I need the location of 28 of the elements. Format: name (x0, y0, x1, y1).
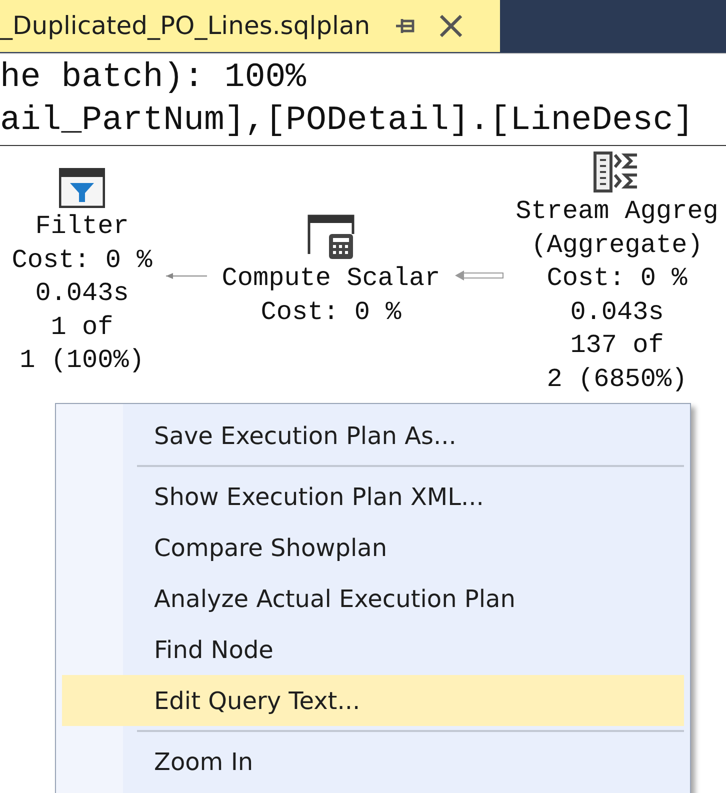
operator-label: 0.043s (35, 277, 129, 310)
menu-item[interactable]: Edit Query Text... (62, 675, 684, 726)
operator-label: Cost: 0 % (12, 244, 152, 276)
query-text-line: ail_PartNum],[PODetail].[LineDesc] (0, 101, 694, 142)
operator-label: (Aggregate) (531, 228, 703, 262)
operator-label: Cost: 0 % (260, 296, 402, 328)
operator-label: 2 (6850%) (546, 362, 688, 396)
operator-label: 0.043s (570, 296, 664, 328)
query-text-line: he batch): 100% (0, 58, 306, 99)
arrow-connector (166, 273, 208, 279)
menu-item[interactable]: Zoom In (62, 736, 684, 787)
tab-title: _Duplicated_PO_Lines.sqlplan (0, 11, 370, 41)
operator-label: 1 of (50, 310, 114, 344)
menu-item[interactable]: Save Execution Plan As... (62, 410, 684, 461)
calculator-window-icon[interactable] (307, 214, 355, 260)
menu-item[interactable]: Find Node (62, 624, 684, 675)
operator-label: Stream Aggreg (516, 195, 718, 228)
arrow-connector (455, 270, 504, 280)
operator-label: 1 (100%) (20, 344, 144, 377)
operator-label: Filter (35, 210, 129, 243)
menu-item[interactable]: Analyze Actual Execution Plan (62, 573, 684, 624)
operator-label: Cost: 0 % (546, 262, 688, 295)
document-tab[interactable]: _Duplicated_PO_Lines.sqlplan (0, 0, 500, 52)
menu-item[interactable]: Compare Showplan (62, 522, 684, 573)
menu-item[interactable]: Show Execution Plan XML... (62, 471, 684, 522)
operator-label: Compute Scalar (222, 262, 440, 295)
operator-label: 137 of (570, 329, 664, 362)
filter-icon[interactable] (59, 168, 105, 208)
